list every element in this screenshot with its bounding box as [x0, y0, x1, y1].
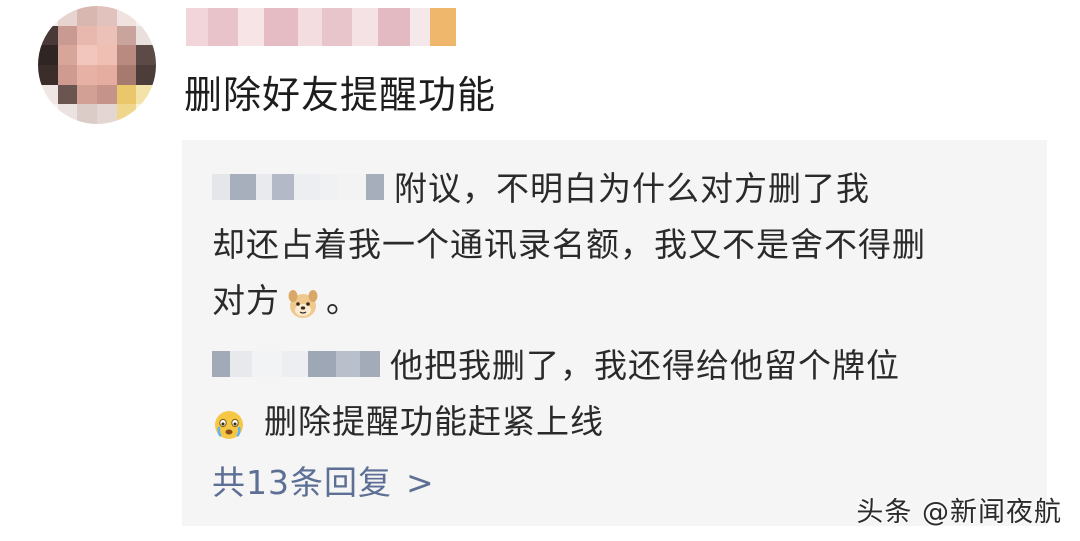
- avatar[interactable]: [38, 6, 156, 124]
- reply-text: 他把我删了，我还得给他留个牌位: [390, 346, 900, 385]
- reply-author-obscured: [212, 350, 380, 377]
- chevron-right-icon: >: [406, 463, 435, 502]
- reply-author-obscured: [212, 173, 384, 200]
- reply-item[interactable]: 他把我删了，我还得给他留个牌位 删除提醒功能赶紧上线: [212, 338, 1002, 450]
- reply-item[interactable]: 附议，不明白为什么对方删了我 却还占着我一个通讯录名额，我又不是舍不得删 对方 …: [212, 161, 1002, 329]
- view-more-replies-link[interactable]: 共13条回复 >: [212, 458, 435, 508]
- reply-text: 却还占着我一个通讯录名额，我又不是舍不得删: [212, 225, 926, 264]
- reply-text: 对方: [212, 281, 280, 320]
- reply-text: 。: [326, 281, 360, 320]
- reply-text: 附议，不明白为什么对方删了我: [394, 169, 870, 208]
- username-obscured[interactable]: [186, 8, 456, 46]
- more-replies-label: 共13条回复: [212, 463, 392, 502]
- crying-face-icon: [212, 403, 246, 439]
- source-watermark: 头条 @新闻夜航: [856, 497, 1062, 528]
- post-title: 删除好友提醒功能: [184, 73, 497, 117]
- replies-panel: 附议，不明白为什么对方删了我 却还占着我一个通讯录名额，我又不是舍不得删 对方 …: [182, 140, 1047, 526]
- reply-text: 删除提醒功能赶紧上线: [264, 402, 604, 441]
- dog-face-icon: [286, 282, 320, 318]
